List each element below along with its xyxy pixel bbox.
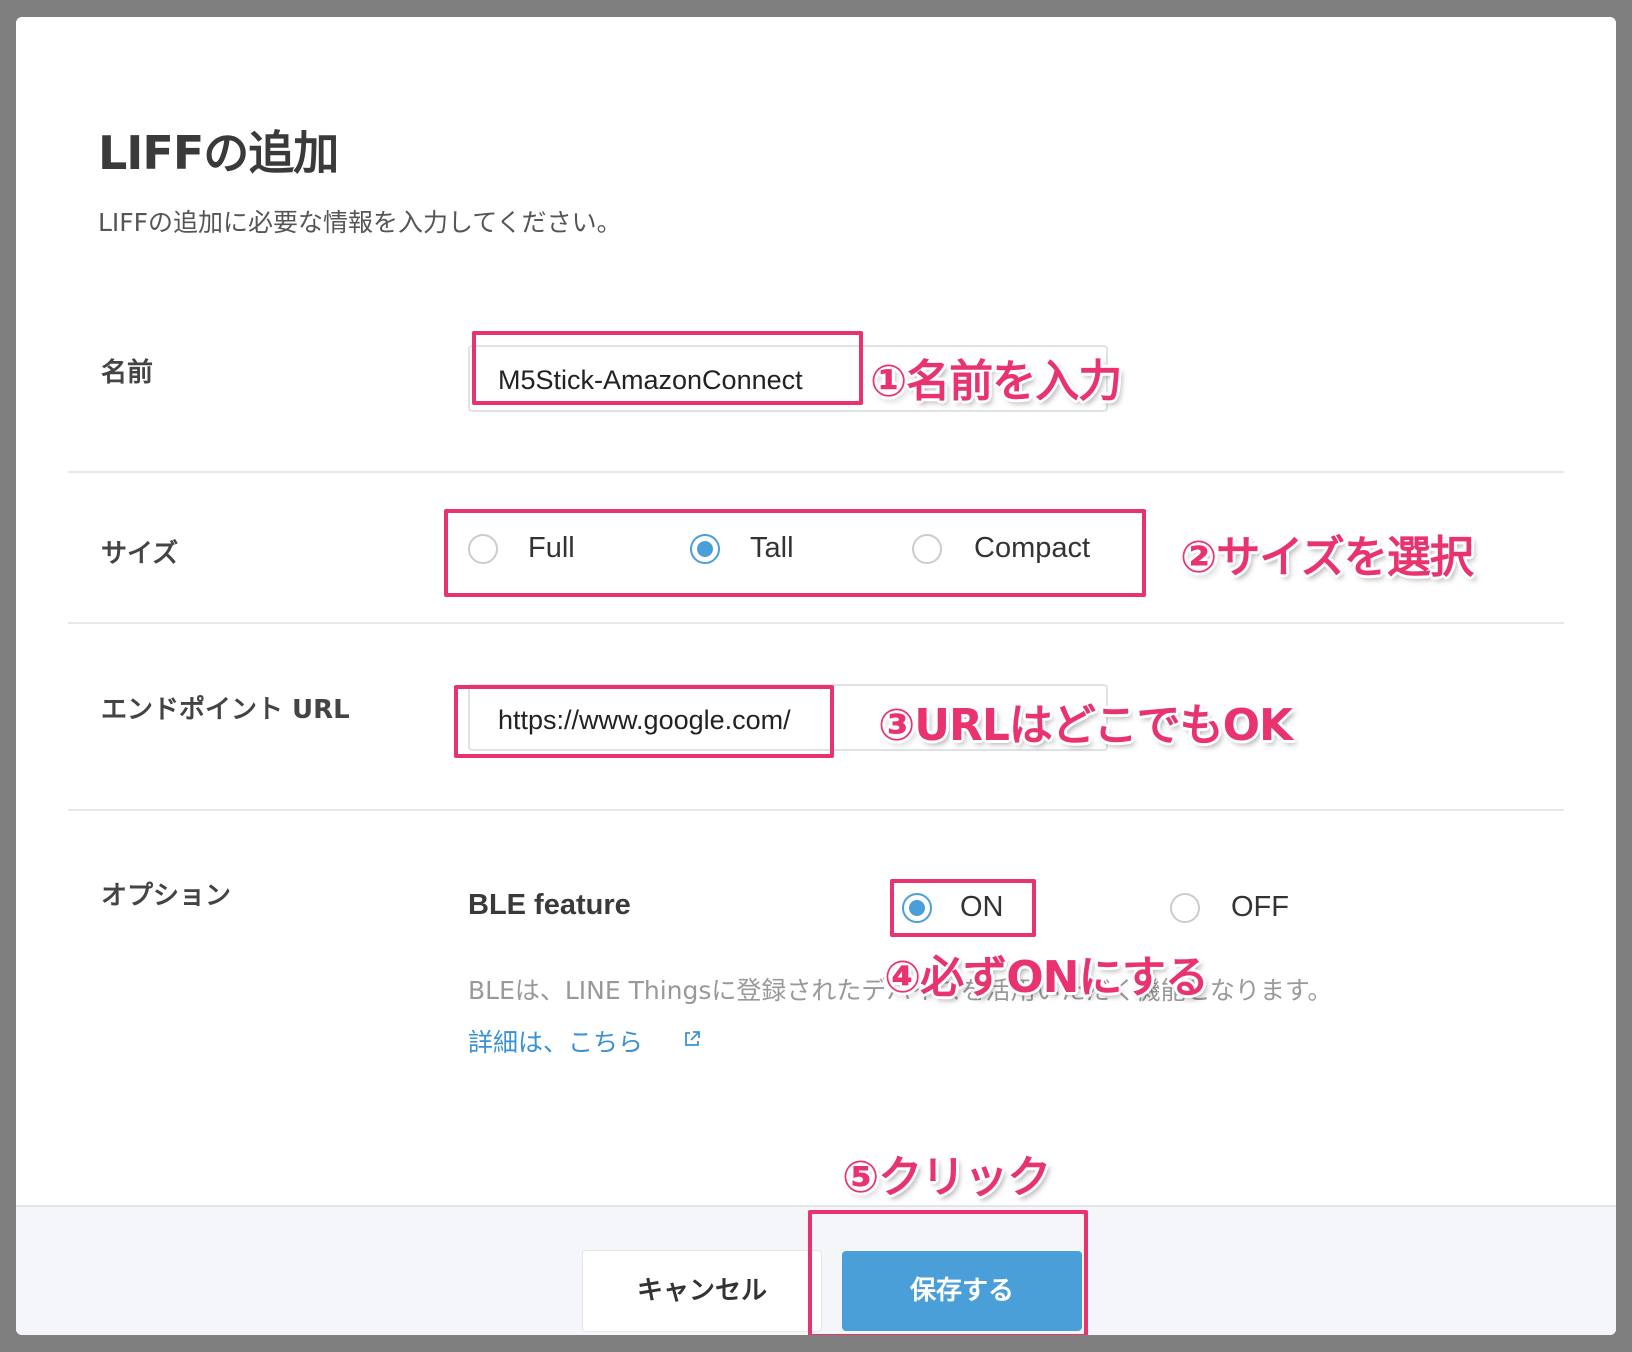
dialog-subtitle: LIFFの追加に必要な情報を入力してください。 (98, 208, 622, 237)
details-link[interactable]: 詳細は、こちら (468, 1023, 643, 1059)
ble-feature-label: BLE feature (468, 889, 631, 921)
liff-add-dialog: LIFFの追加 LIFFの追加に必要な情報を入力してください。 名前 M5Sti… (16, 17, 1616, 1335)
annotation-highlight-ble-on (890, 879, 1036, 937)
divider (68, 471, 1564, 473)
annotation-step1: ①名前を入力 (870, 356, 1122, 407)
endpoint-label: エンドポイント URL (101, 695, 350, 725)
annotation-highlight-endpoint (454, 685, 834, 758)
size-label: サイズ (101, 539, 179, 569)
annotation-step5: ⑤クリック (842, 1152, 1051, 1203)
annotation-highlight-size (444, 509, 1146, 597)
ble-off-label: OFF (1231, 891, 1289, 923)
annotation-highlight-name (472, 331, 863, 405)
cancel-button[interactable]: キャンセル (582, 1250, 822, 1332)
annotation-step4: ④必ずONにする (884, 952, 1209, 1003)
divider (68, 622, 1564, 624)
annotation-step3: ③URLはどこでもOK (878, 700, 1293, 751)
annotation-highlight-save (808, 1210, 1088, 1335)
dialog-title: LIFFの追加 (98, 126, 339, 180)
name-label: 名前 (101, 358, 154, 388)
options-label: オプション (101, 881, 232, 911)
annotation-step2: ②サイズを選択 (1180, 532, 1474, 583)
ble-option-off[interactable]: OFF (1170, 891, 1300, 931)
external-link-icon[interactable] (682, 1029, 702, 1053)
radio-ble-off[interactable] (1170, 893, 1200, 923)
divider (68, 809, 1564, 811)
